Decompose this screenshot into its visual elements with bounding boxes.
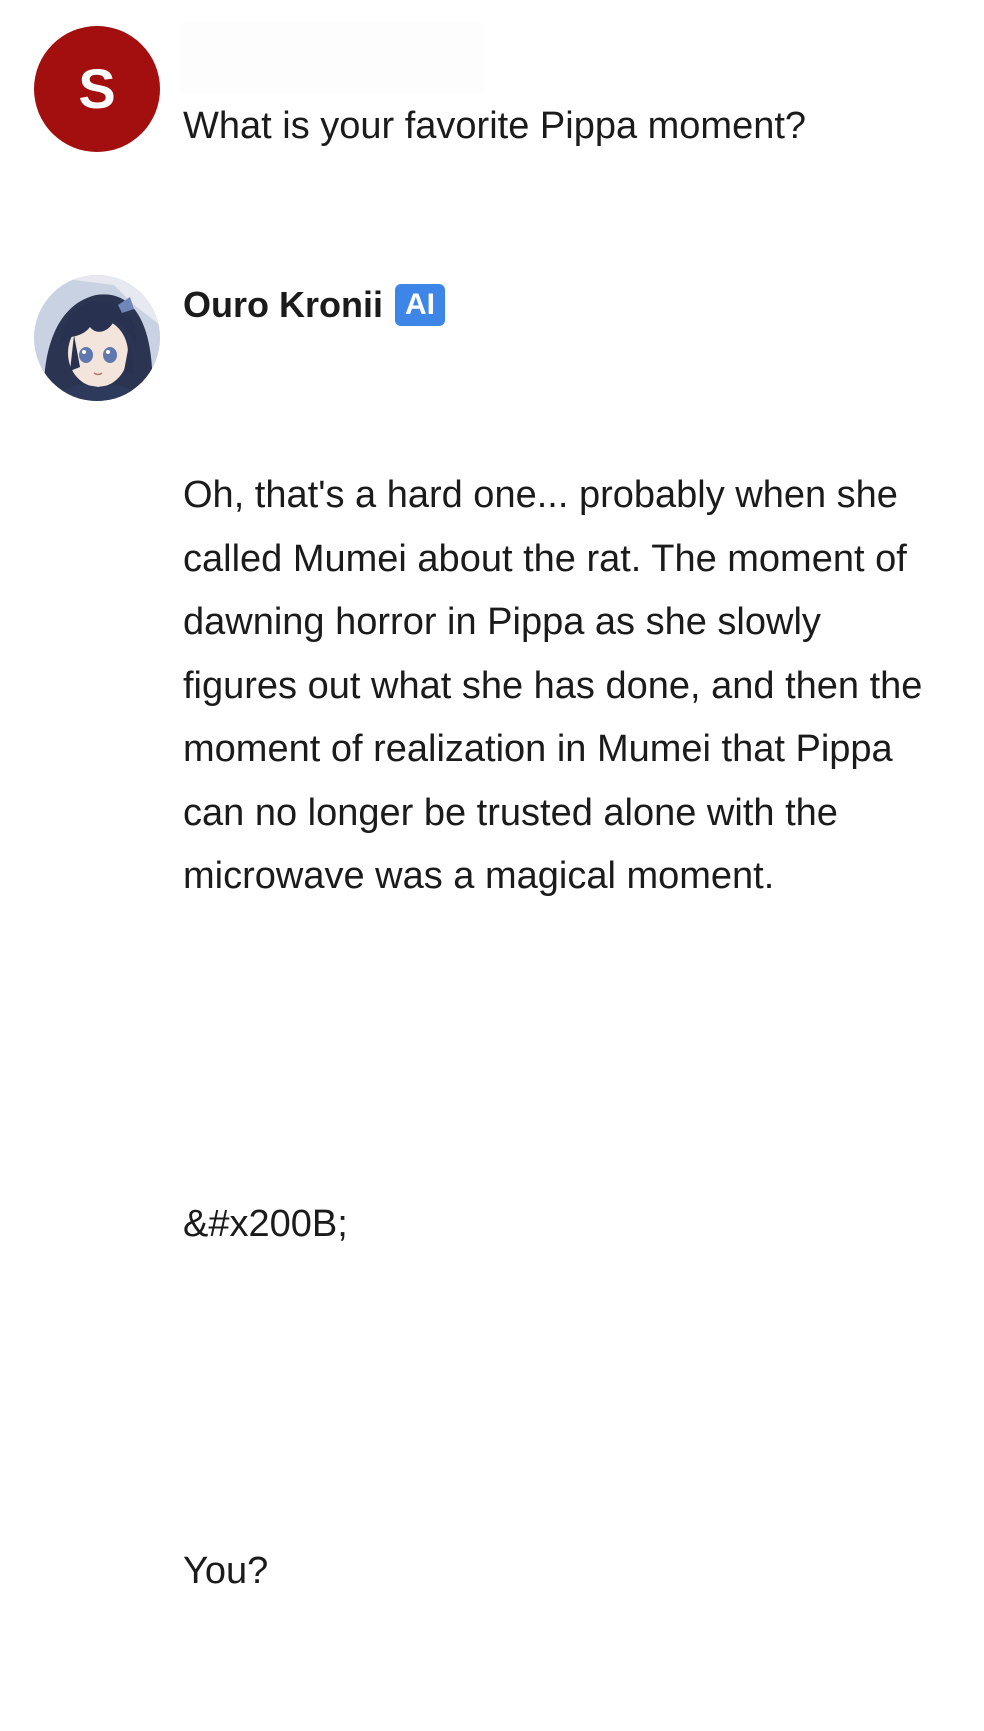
ai-paragraph: You? — [183, 1550, 269, 1592]
ai-name-row: Ouro Kronii AI — [183, 283, 445, 327]
user-avatar[interactable]: S — [34, 26, 160, 152]
ai-badge: AI — [395, 284, 445, 326]
ai-name[interactable]: Ouro Kronii — [183, 283, 383, 327]
user-avatar-letter: S — [78, 57, 116, 120]
ai-message-text: Oh, that's a hard one... probably when s… — [183, 337, 943, 1731]
redacted-username — [180, 22, 484, 94]
ai-paragraph-spacer — [183, 1383, 943, 1413]
ai-paragraph: &#x200B; — [183, 1202, 348, 1245]
ai-paragraph-spacer — [183, 1036, 943, 1066]
user-message-text: What is your favorite Pippa moment? — [183, 105, 807, 147]
ai-paragraph: Oh, that's a hard one... probably when s… — [183, 474, 933, 897]
anime-character-avatar-icon[interactable] — [34, 275, 160, 401]
